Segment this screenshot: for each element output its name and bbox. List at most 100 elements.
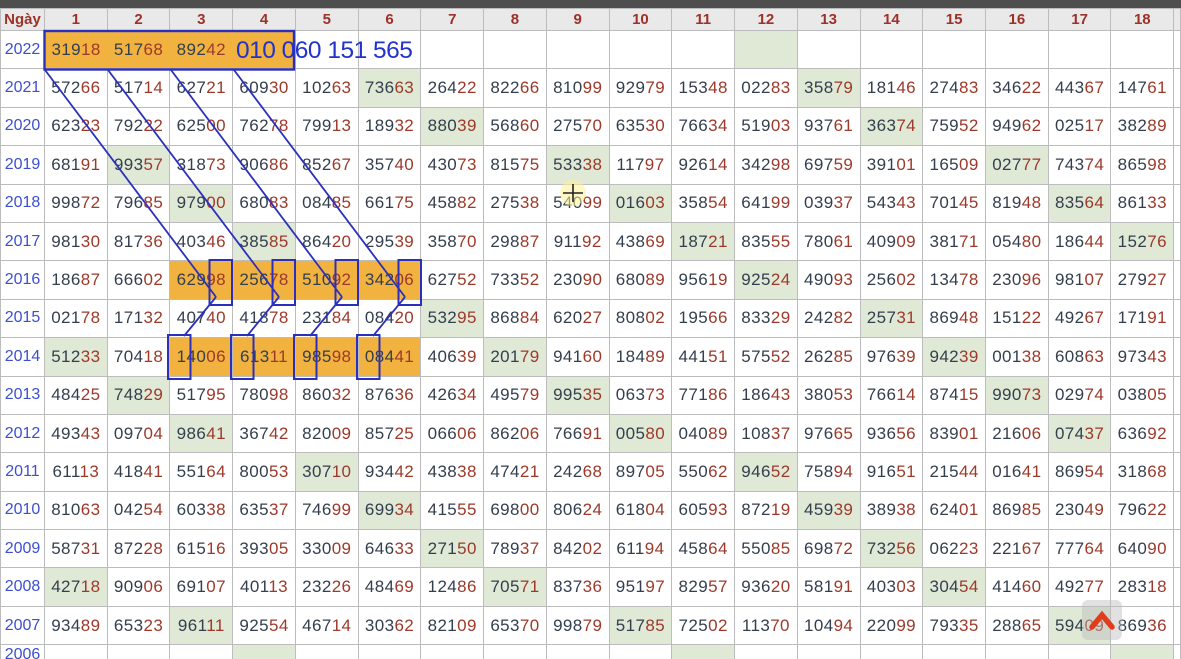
number-cell: 93656	[860, 414, 923, 452]
digits-main: 620	[553, 308, 583, 327]
digits-tail: 06	[457, 424, 477, 443]
digits-tail: 32	[394, 116, 414, 135]
number-cell: 45939	[797, 491, 860, 529]
number-cell: 73352	[484, 261, 547, 299]
number-cell: 14006	[170, 338, 233, 376]
number-cell: 18146	[860, 69, 923, 107]
number-cell: 99357	[107, 146, 170, 184]
digits-tail: 13	[268, 577, 288, 596]
digits-tail: 56	[896, 424, 916, 443]
number-cell: 17191	[1111, 299, 1174, 337]
number-cell: 70145	[923, 184, 986, 222]
top-scrollbar[interactable]	[0, 0, 1181, 8]
digits-tail: 22	[1022, 308, 1042, 327]
number-cell: 54099	[546, 184, 609, 222]
digits-main: 681	[51, 155, 81, 174]
digits-main: 403	[867, 577, 897, 596]
number-cell: 02283	[735, 69, 798, 107]
digits-main: 625	[177, 116, 207, 135]
digits-main: 934	[51, 616, 81, 635]
number-cell: 99872	[44, 184, 107, 222]
digits-tail: 09	[959, 155, 979, 174]
digits-tail: 78	[269, 116, 289, 135]
number-cell: 24282	[797, 299, 860, 337]
digits-tail: 83	[771, 78, 791, 97]
digits-main: 407	[177, 308, 207, 327]
number-cell: 53295	[421, 299, 484, 337]
number-cell: 97900	[170, 184, 233, 222]
digits-tail: 02	[896, 270, 916, 289]
digits-main: 459	[804, 500, 834, 519]
digits-main: 608	[1055, 347, 1085, 366]
number-cell	[170, 645, 233, 659]
digits-tail: 79	[834, 78, 854, 97]
number-cell	[421, 645, 484, 659]
number-cell: 80053	[233, 453, 296, 491]
number-cell: 97665	[797, 414, 860, 452]
year-label: 2013	[1, 376, 45, 414]
number-cell: 51092	[295, 261, 358, 299]
digits-main: 533	[553, 155, 583, 174]
digits-main: 789	[490, 539, 520, 558]
number-cell: 47421	[484, 453, 547, 491]
digits-main: 232	[302, 577, 332, 596]
number-cell: 60930	[233, 69, 296, 107]
digits-tail: 33	[81, 347, 101, 366]
digits-tail: 65	[1022, 616, 1042, 635]
digits-tail: 50	[457, 539, 477, 558]
digits-main: 216	[992, 424, 1022, 443]
number-cell: 65323	[107, 606, 170, 644]
clipped-cell	[1174, 69, 1181, 107]
number-cell: 23090	[546, 261, 609, 299]
digits-main: 147	[1118, 78, 1148, 97]
digits-main: 993	[114, 155, 144, 174]
number-cell: 87228	[107, 530, 170, 568]
digits-main: 575	[741, 347, 771, 366]
scroll-to-top-button[interactable]	[1082, 600, 1122, 640]
digits-main: 517	[616, 616, 646, 635]
digits-main: 736	[365, 78, 395, 97]
digits-main: 381	[929, 232, 959, 251]
digits-tail: 89	[645, 270, 665, 289]
digits-tail: 73	[457, 155, 477, 174]
digits-main: 443	[1055, 78, 1085, 97]
digits-main: 916	[867, 462, 897, 481]
digits-main: 842	[553, 539, 583, 558]
year-label: 2017	[1, 222, 45, 260]
digits-main: 005	[616, 424, 646, 443]
number-cell: 66602	[107, 261, 170, 299]
digits-tail: 03	[771, 116, 791, 135]
digits-tail: 14	[708, 155, 728, 174]
digits-main: 275	[490, 193, 520, 212]
digits-main: 926	[679, 155, 709, 174]
number-cell: 76614	[860, 376, 923, 414]
digits-tail: 98	[206, 270, 226, 289]
digits-tail: 45	[959, 193, 979, 212]
digits-tail: 76	[1147, 232, 1167, 251]
digits-tail: 48	[959, 308, 979, 327]
year-label: 2006	[1, 645, 45, 659]
number-cell: 36742	[233, 414, 296, 452]
number-cell: 08441	[358, 338, 421, 376]
number-cell: 24268	[546, 453, 609, 491]
digits-tail: 74	[896, 116, 916, 135]
digits-main: 611	[616, 539, 644, 558]
digits-main: 171	[1118, 308, 1148, 327]
year-label: 2019	[1, 146, 45, 184]
number-cell: 91651	[860, 453, 923, 491]
number-cell	[546, 31, 609, 69]
digits-tail: 99	[583, 78, 603, 97]
digits-main: 279	[1118, 270, 1148, 289]
digits-tail: 99	[896, 616, 916, 635]
clipped-cell	[1174, 414, 1181, 452]
digits-tail: 40	[206, 308, 226, 327]
digits-main: 759	[929, 116, 959, 135]
digits-main: 942	[929, 347, 959, 366]
digits-tail: 17	[1085, 116, 1105, 135]
digits-tail: 39	[457, 347, 477, 366]
digits-tail: 24	[583, 500, 603, 519]
number-cell: 15276	[1111, 222, 1174, 260]
digits-main: 042	[114, 500, 144, 519]
number-cell: 43838	[421, 453, 484, 491]
digits-tail: 41	[394, 347, 414, 366]
